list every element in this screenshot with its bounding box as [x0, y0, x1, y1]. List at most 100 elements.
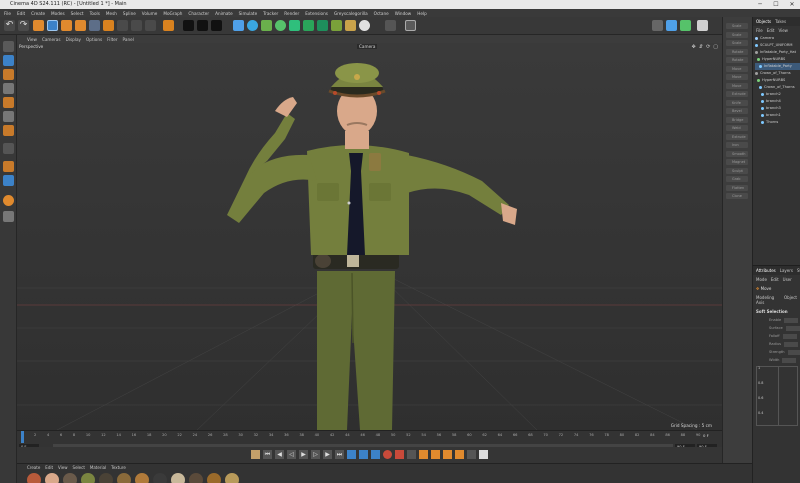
toggle-view-icon[interactable]: ▢ [713, 44, 718, 50]
subtab-modeling-axis[interactable]: Modeling Axis [756, 295, 780, 305]
viewport-menu-filter[interactable]: Filter [107, 37, 117, 42]
boole-icon[interactable] [289, 20, 300, 31]
right-strip-tool[interactable]: Sculpt [726, 167, 748, 174]
menu-create[interactable]: Create [31, 11, 45, 16]
axis-mode-icon[interactable] [3, 143, 14, 154]
object-menu-view[interactable]: View [778, 28, 788, 33]
right-strip-tool[interactable]: Rotate [726, 57, 748, 63]
menu-spline[interactable]: Spline [123, 11, 136, 16]
right-strip-tool[interactable]: Scale [726, 23, 748, 29]
scale-tool-icon[interactable] [61, 20, 72, 31]
right-strip-tool[interactable]: Extrude [726, 133, 748, 140]
record-icon[interactable] [383, 450, 392, 459]
play-icon[interactable]: ▶ [299, 450, 308, 459]
material-menu-view[interactable]: View [58, 465, 68, 470]
viewport-menu-cameras[interactable]: Cameras [42, 37, 61, 42]
viewport-menu-display[interactable]: Display [66, 37, 81, 42]
render-region-icon[interactable] [183, 20, 194, 31]
attribute-field[interactable] [782, 333, 797, 339]
greyscalegorilla-icon[interactable] [680, 20, 691, 31]
menu-extensions[interactable]: Extensions [305, 11, 328, 16]
menu-modes[interactable]: Modes [51, 11, 65, 16]
camera-label[interactable]: Camera [357, 44, 378, 49]
object-row[interactable]: branch2 [755, 91, 800, 98]
keyframe-icon[interactable] [251, 450, 260, 459]
material-swatch[interactable] [189, 473, 203, 483]
material-menu-select[interactable]: Select [73, 465, 85, 470]
menu-simulate[interactable]: Simulate [239, 11, 258, 16]
solo-icon[interactable] [3, 195, 14, 206]
viewport-menu-options[interactable]: Options [86, 37, 102, 42]
menu-animate[interactable]: Animate [215, 11, 233, 16]
gear-icon[interactable] [652, 20, 663, 31]
right-strip-tool[interactable]: Bevel [726, 108, 748, 114]
edges-mode-icon[interactable] [3, 111, 14, 122]
viewport-menu-panel[interactable]: Panel [123, 37, 134, 42]
coordinate-system-icon[interactable] [145, 20, 156, 31]
mograph-effector-icon[interactable] [303, 20, 314, 31]
recent-tools-icon[interactable] [89, 20, 100, 31]
make-editable-icon[interactable] [3, 41, 14, 52]
object-menu-file[interactable]: File [756, 28, 763, 33]
object-row[interactable]: Crown_of_Thorns [755, 70, 800, 77]
loop-icon[interactable] [347, 450, 356, 459]
object-row[interactable]: branch3 [755, 105, 800, 112]
material-swatch[interactable] [63, 473, 77, 483]
menu-mesh[interactable]: Mesh [106, 11, 117, 16]
maximize-button[interactable]: ☐ [768, 0, 784, 9]
move-tool-icon[interactable] [47, 20, 58, 31]
material-menu-edit[interactable]: Edit [45, 465, 53, 470]
attribute-field[interactable] [784, 317, 799, 323]
tab-attributes[interactable]: Attributes [756, 268, 776, 273]
material-swatch[interactable] [171, 473, 185, 483]
z-axis-icon[interactable] [131, 20, 142, 31]
right-strip-tool[interactable]: Move [726, 65, 748, 72]
object-row[interactable]: SCULPT_UNIFORM [755, 42, 800, 49]
undo-icon[interactable]: ↶ [4, 20, 15, 31]
workplane-mode-icon[interactable] [3, 83, 14, 94]
falloff-graph[interactable]: 1 0.8 0.6 0.4 [756, 366, 798, 426]
polygons-mode-icon[interactable] [3, 125, 14, 136]
tab-objects[interactable]: Objects [756, 19, 771, 24]
object-row[interactable]: Camera [755, 35, 800, 42]
right-strip-tool[interactable]: Scale [726, 31, 748, 38]
move-view-icon[interactable]: ✥ [692, 44, 696, 50]
menu-volume[interactable]: Volume [142, 11, 158, 16]
material-swatch[interactable] [99, 473, 113, 483]
parameter-key-icon[interactable] [455, 450, 464, 459]
keyframe-selection-icon[interactable] [407, 450, 416, 459]
right-strip-tool[interactable]: Clone [726, 193, 748, 199]
menu-render[interactable]: Render [284, 11, 299, 16]
menu-tools[interactable]: Tools [90, 11, 100, 16]
render-view-icon[interactable] [163, 20, 174, 31]
layout-icon[interactable] [385, 20, 396, 31]
right-strip-tool[interactable]: Extrude [726, 91, 748, 97]
minimize-button[interactable]: ─ [752, 0, 768, 9]
scale-key-icon[interactable] [431, 450, 440, 459]
render-to-picture-viewer-icon[interactable] [197, 20, 208, 31]
menu-octane[interactable]: Octane [374, 11, 389, 16]
attribute-field[interactable] [784, 341, 799, 347]
rotation-key-icon[interactable] [443, 450, 452, 459]
menu-edit[interactable]: Edit [17, 11, 25, 16]
material-menu-material[interactable]: Material [90, 465, 106, 470]
right-strip-tool[interactable]: Move [726, 74, 748, 80]
attr-menu-user[interactable]: User [783, 277, 792, 282]
previous-key-icon[interactable]: ◀ [275, 450, 284, 459]
timeline-icon[interactable] [359, 450, 368, 459]
snapping-icon[interactable] [3, 161, 14, 172]
object-row[interactable]: Inflatable_Party_Hat [755, 49, 800, 56]
attribute-field[interactable] [787, 349, 800, 355]
y-axis-icon[interactable] [117, 20, 128, 31]
light-icon[interactable] [359, 20, 370, 31]
right-strip-tool[interactable]: Bridge [726, 116, 748, 123]
material-swatch[interactable] [27, 473, 41, 483]
go-to-end-icon[interactable]: ⏭ [335, 450, 344, 459]
right-strip-tool[interactable]: Scale [726, 40, 748, 46]
material-swatch[interactable] [81, 473, 95, 483]
octane-icon[interactable] [666, 20, 677, 31]
material-swatch[interactable] [135, 473, 149, 483]
go-to-start-icon[interactable]: ⏮ [263, 450, 272, 459]
material-swatch[interactable] [153, 473, 167, 483]
pen-icon[interactable] [247, 20, 258, 31]
